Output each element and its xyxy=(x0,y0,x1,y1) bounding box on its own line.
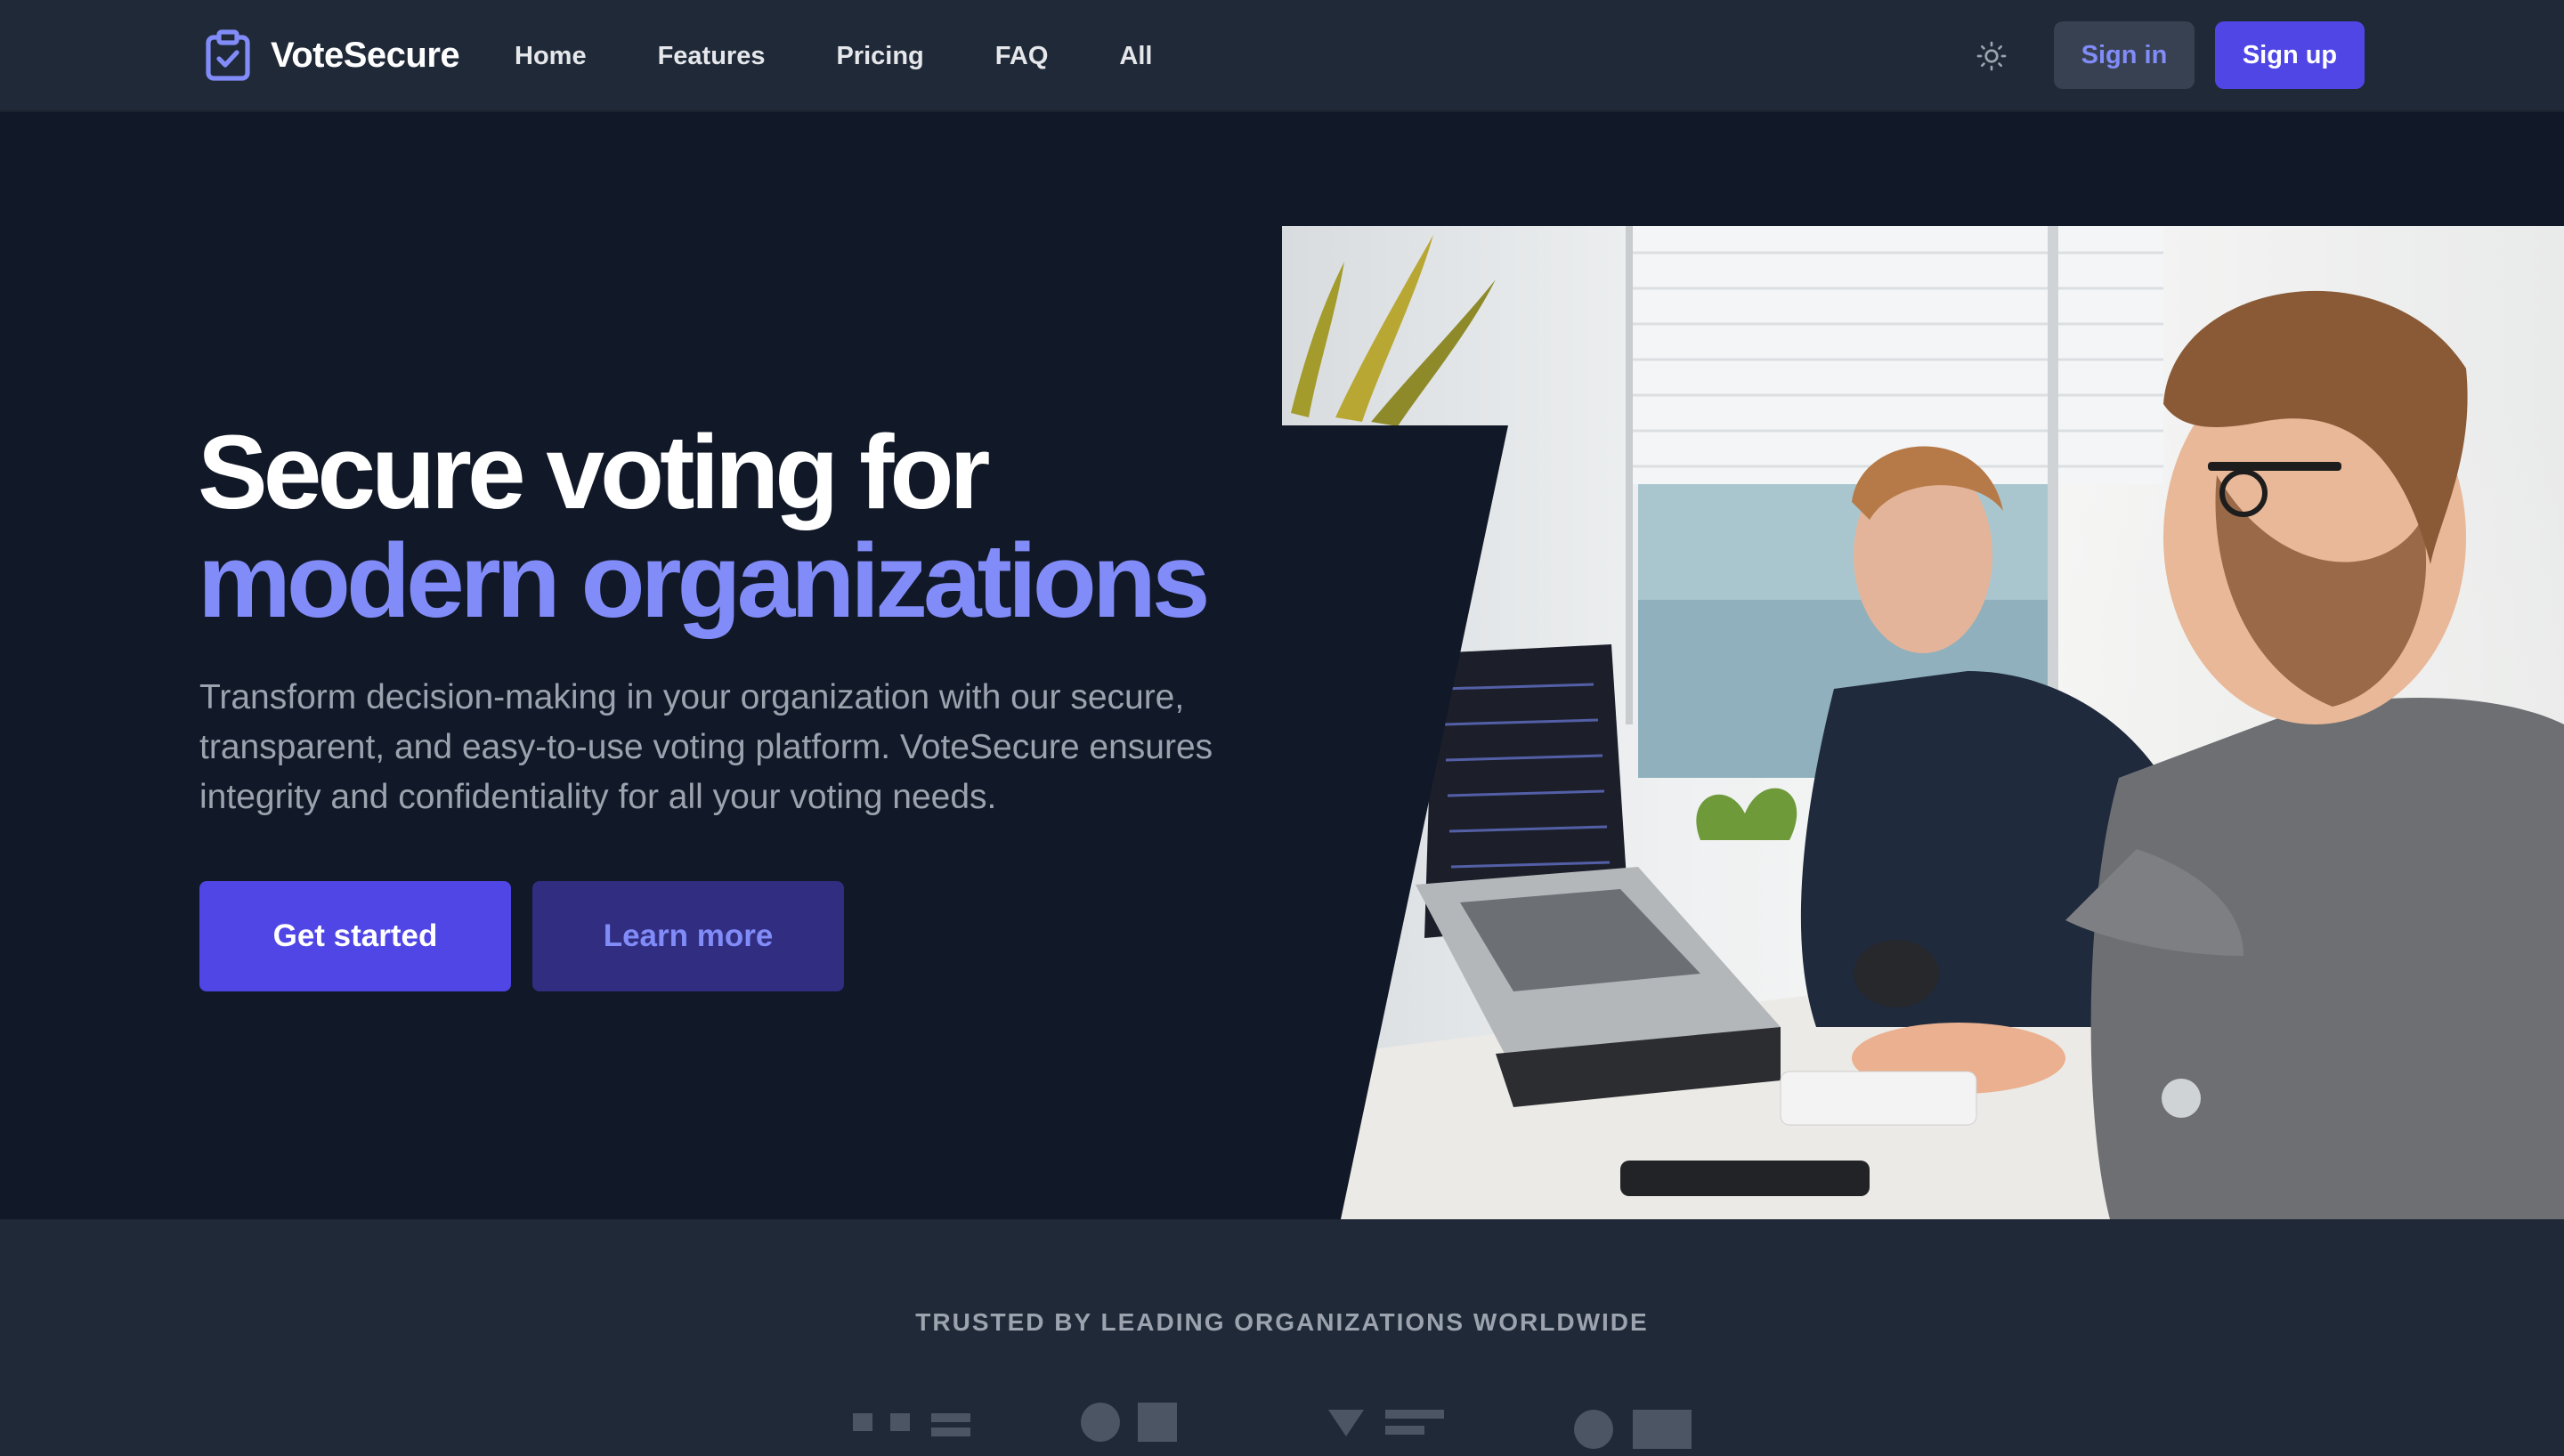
get-started-button[interactable]: Get started xyxy=(199,881,511,991)
hero-headline-line-2: modern organizations xyxy=(198,522,1211,640)
partner-logo-3 xyxy=(1328,1403,1446,1456)
nav-link-features[interactable]: Features xyxy=(658,42,766,71)
sign-in-button[interactable]: Sign in xyxy=(2054,21,2195,89)
brand-logo-link[interactable]: VoteSecure xyxy=(205,28,460,82)
sun-icon xyxy=(1976,41,2007,71)
nav-link-pricing[interactable]: Pricing xyxy=(836,42,923,71)
partner-logo-2 xyxy=(1081,1403,1179,1456)
brand-name: VoteSecure xyxy=(271,35,460,75)
hero-image xyxy=(1282,226,2564,1219)
hero-section: Secure voting for modern organizations T… xyxy=(0,114,2564,1219)
hero-description: Transform decision-making in your organi… xyxy=(199,678,1213,816)
sign-up-button[interactable]: Sign up xyxy=(2215,21,2365,89)
learn-more-button[interactable]: Learn more xyxy=(532,881,844,991)
navbar: VoteSecure Home Features Pricing FAQ All… xyxy=(0,0,2564,112)
clipboard-check-icon xyxy=(206,29,250,81)
theme-toggle-button[interactable] xyxy=(1969,34,2014,78)
hero-headline-line-1: Secure voting for xyxy=(198,414,990,531)
trusted-by-section: TRUSTED BY LEADING ORGANIZATIONS WORLDWI… xyxy=(0,1219,2564,1456)
nav-link-faq[interactable]: FAQ xyxy=(995,42,1049,71)
partner-logo-1 xyxy=(853,1403,970,1456)
page: VoteSecure Home Features Pricing FAQ All… xyxy=(0,0,2564,1456)
partner-logo-4 xyxy=(1574,1403,1692,1456)
trusted-by-title: TRUSTED BY LEADING ORGANIZATIONS WORLDWI… xyxy=(915,1308,1649,1336)
nav-link-home[interactable]: Home xyxy=(515,42,587,71)
main-nav: Home Features Pricing FAQ All xyxy=(515,34,1152,78)
hero-headline: Secure voting for modern organizations xyxy=(198,418,1266,635)
nav-link-all[interactable]: All xyxy=(1119,42,1152,71)
